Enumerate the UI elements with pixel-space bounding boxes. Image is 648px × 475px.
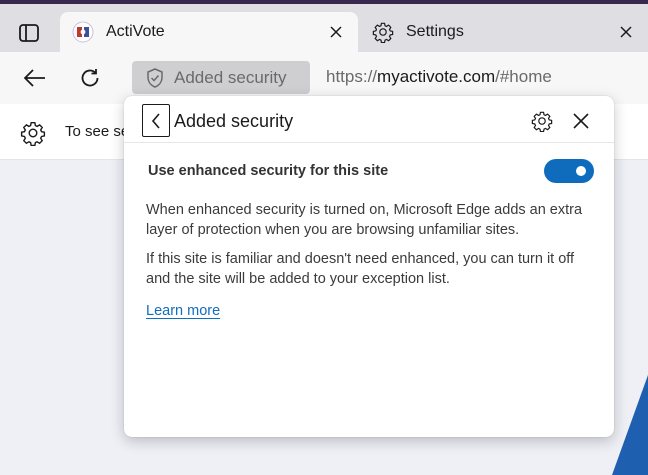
gear-icon[interactable] (20, 120, 46, 151)
close-tab-icon[interactable] (322, 18, 350, 46)
url-path: /#home (495, 67, 552, 86)
page-logo-fragment (612, 375, 648, 475)
activote-favicon-icon (72, 21, 94, 43)
exception-paragraph: If this site is familiar and doesn't nee… (146, 251, 575, 287)
site-badge-label: Added security (174, 67, 287, 87)
tab-title: ActiVote (106, 23, 165, 40)
shield-check-icon (146, 67, 164, 88)
url-prefix: https:// (326, 67, 378, 86)
tab-strip: ActiVote Settings (0, 0, 648, 52)
close-icon[interactable] (567, 107, 595, 135)
back-arrow-icon[interactable] (18, 62, 52, 94)
tab-title: Settings (406, 23, 464, 40)
settings-gear-icon (372, 21, 394, 43)
address-url[interactable]: https://myactivote.com/#home (326, 67, 552, 87)
toggle-knob (576, 166, 586, 176)
settings-gear-icon[interactable] (528, 107, 556, 135)
popup-divider (124, 142, 614, 143)
description-paragraph: When enhanced security is turned on, Mic… (146, 202, 583, 238)
site-security-badge[interactable]: Added security (132, 61, 310, 94)
tab-actions-menu-icon[interactable] (17, 22, 41, 44)
window-top-border (0, 0, 648, 4)
learn-more-link[interactable]: Learn more (146, 303, 220, 319)
tab-settings[interactable]: Settings (360, 12, 648, 52)
popup-title: Added security (174, 111, 294, 131)
enhanced-security-toggle[interactable] (544, 159, 594, 183)
url-host: myactivote.com (377, 67, 496, 86)
info-bar-text: To see se (65, 123, 130, 140)
refresh-icon[interactable] (73, 62, 107, 94)
tab-activote[interactable]: ActiVote (60, 12, 358, 52)
added-security-popup: Added security Use enhanced security for… (124, 96, 614, 437)
back-chevron-icon[interactable] (142, 104, 170, 137)
close-tab-icon[interactable] (612, 18, 640, 46)
enhanced-security-toggle-label: Use enhanced security for this site (148, 163, 389, 179)
